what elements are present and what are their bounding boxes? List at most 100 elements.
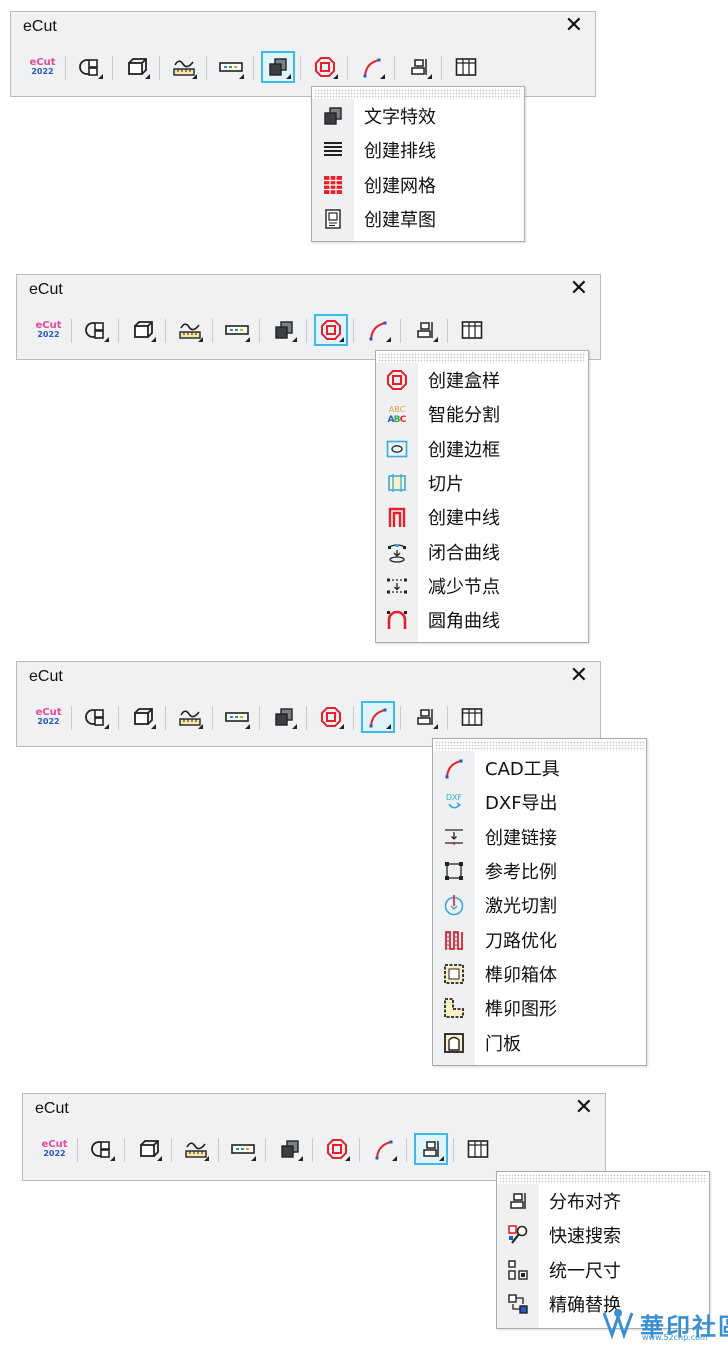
menu-item-create-border[interactable]: 创建边框 <box>376 432 588 466</box>
toolbar-cad[interactable] <box>348 52 395 82</box>
menu-item-label: 参考比例 <box>485 862 557 884</box>
ecut-logo-icon: eCut 2022 <box>35 707 62 727</box>
toolbar-panel-table[interactable] <box>448 702 495 732</box>
toolbar-ecut-logo[interactable]: eCut 2022 <box>19 52 66 82</box>
toolpath-icon <box>445 930 463 950</box>
toolbar-ruler[interactable] <box>207 52 254 82</box>
toolbar-ecut-logo[interactable]: eCut 2022 <box>31 1134 78 1164</box>
toolbar-align[interactable] <box>401 702 448 732</box>
reduce-nodes-icon <box>387 578 407 594</box>
toolbar-measure[interactable] <box>160 52 207 82</box>
box-sample-icon <box>387 370 407 391</box>
menu-item-laser-cut[interactable]: 激光切割 <box>433 888 646 922</box>
menu-grip[interactable] <box>435 741 644 751</box>
shape-group-icon <box>78 59 98 76</box>
toolbar-shape-group[interactable] <box>66 52 113 82</box>
menu-grip[interactable] <box>314 89 522 99</box>
toolbar-box-3d[interactable] <box>119 315 166 345</box>
round-corner-icon <box>387 611 407 630</box>
menu-item-smart-split[interactable]: ABC A B C 智能分割 <box>376 397 588 431</box>
toolbar-panel-table[interactable] <box>442 52 489 82</box>
toolbar-text-effect[interactable] <box>266 1134 313 1164</box>
toolbar-shape-group[interactable] <box>72 315 119 345</box>
toolbar-ruler[interactable] <box>213 702 260 732</box>
toolbar-shape-group[interactable] <box>78 1134 125 1164</box>
toolbar-ecut-logo[interactable]: eCut 2022 <box>25 315 72 345</box>
svg-text:ABC: ABC <box>389 405 406 414</box>
toolbar-measure[interactable] <box>172 1134 219 1164</box>
dropdown-menu-box-sample: 创建盒样 ABC A B C 智能分割 创建边框 切片 创建中线 闭合曲线 减少节点 圆… <box>375 350 589 643</box>
svg-text:DXF: DXF <box>446 793 463 802</box>
close-icon[interactable]: ✕ <box>565 14 583 38</box>
menu-item-create-center-line[interactable]: 创建中线 <box>376 500 588 534</box>
menu-item-text-effect[interactable]: 文字特效 <box>312 99 524 133</box>
close-icon[interactable]: ✕ <box>570 664 588 688</box>
text-effect-icon <box>280 1140 299 1158</box>
menu-item-cad-tools[interactable]: CAD工具 <box>433 751 646 785</box>
align-distribute-icon <box>416 322 433 338</box>
close-icon[interactable]: ✕ <box>570 277 588 301</box>
toolbar-ruler[interactable] <box>213 315 260 345</box>
toolbar-box-sample[interactable] <box>301 52 348 82</box>
menu-item-slice[interactable]: 切片 <box>376 466 588 500</box>
toolbar-shape-group[interactable] <box>72 702 119 732</box>
toolbar-measure[interactable] <box>166 702 213 732</box>
menu-item-quick-search[interactable]: 快速搜索 <box>497 1218 709 1252</box>
cad-curve-icon <box>445 759 463 779</box>
toolbar-align[interactable] <box>401 315 448 345</box>
mortise-box-icon <box>444 964 464 984</box>
ruler-strip-icon <box>218 62 243 72</box>
menu-item-unify-size[interactable]: 统一尺寸 <box>497 1253 709 1287</box>
close-curve-icon <box>388 543 406 563</box>
toolbar-text-effect[interactable] <box>254 51 301 83</box>
cad-curve-icon <box>369 708 386 728</box>
ecut-logo-icon: eCut 2022 <box>41 1139 68 1159</box>
menu-grip[interactable] <box>499 1174 707 1184</box>
menu-item-door-panel[interactable]: 门板 <box>433 1025 646 1059</box>
menu-item-close-curve[interactable]: 闭合曲线 <box>376 534 588 568</box>
menu-item-mortise-box[interactable]: 榫卯箱体 <box>433 957 646 991</box>
toolbar-box-sample[interactable] <box>307 314 354 346</box>
toolbar-cad[interactable] <box>360 1134 407 1164</box>
toolbar-box-sample[interactable] <box>307 702 354 732</box>
watermark-url: www.52cnp.com <box>642 1333 708 1342</box>
menu-item-create-grid[interactable]: 创建网格 <box>312 168 524 202</box>
toolbar-text-effect[interactable] <box>260 315 307 345</box>
toolbar-panel-table[interactable] <box>454 1134 501 1164</box>
toolbar-ecut-logo[interactable]: eCut 2022 <box>25 702 72 732</box>
menu-grip[interactable] <box>378 353 586 363</box>
toolbar-measure[interactable] <box>166 315 213 345</box>
toolbar-box-3d[interactable] <box>125 1134 172 1164</box>
toolbar-panel-table[interactable] <box>448 315 495 345</box>
toolbar-ruler[interactable] <box>219 1134 266 1164</box>
toolbar-box-3d[interactable] <box>119 702 166 732</box>
measure-curve-icon <box>184 1142 207 1158</box>
toolbar-align[interactable] <box>407 1133 454 1165</box>
menu-item-mortise-shape[interactable]: 榫卯图形 <box>433 991 646 1025</box>
measure-curve-icon <box>172 60 195 76</box>
box-3d-icon <box>127 58 147 75</box>
quick-search-icon <box>508 1225 528 1245</box>
menu-item-toolpath-optimize[interactable]: 刀路优化 <box>433 922 646 956</box>
toolbar-cad[interactable] <box>354 701 401 733</box>
cad-curve-icon <box>375 1140 392 1160</box>
panel-title: eCut <box>23 18 57 35</box>
menu-item-create-box-sample[interactable]: 创建盒样 <box>376 363 588 397</box>
menu-item-create-lines[interactable]: 创建排线 <box>312 133 524 167</box>
menu-item-distribute-align[interactable]: 分布对齐 <box>497 1184 709 1218</box>
toolbar-align[interactable] <box>395 52 442 82</box>
menu-item-create-link[interactable]: 创建链接 <box>433 820 646 854</box>
menu-item-round-corner[interactable]: 圆角曲线 <box>376 603 588 637</box>
menu-item-create-sketch[interactable]: 创建草图 <box>312 202 524 236</box>
close-icon[interactable]: ✕ <box>575 1096 593 1120</box>
toolbar-text-effect[interactable] <box>260 702 307 732</box>
menu-item-dxf-export[interactable]: DXF DXF导出 <box>433 785 646 819</box>
toolbar-box-3d[interactable] <box>113 52 160 82</box>
menu-item-label: 创建边框 <box>428 439 500 461</box>
toolbar-box-sample[interactable] <box>313 1134 360 1164</box>
menu-item-reference-scale[interactable]: 参考比例 <box>433 854 646 888</box>
toolbar-cad[interactable] <box>354 315 401 345</box>
dropdown-menu-text-effect: 文字特效 创建排线 创建网格 创建草图 <box>311 86 525 242</box>
ecut-logo-icon: eCut 2022 <box>29 57 56 77</box>
menu-item-reduce-nodes[interactable]: 减少节点 <box>376 569 588 603</box>
